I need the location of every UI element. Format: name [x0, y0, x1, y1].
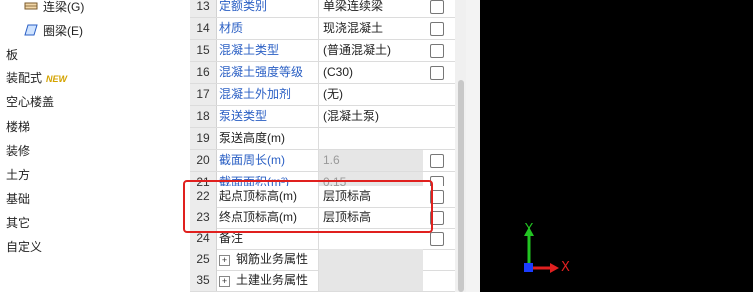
- tree-item-earthwork[interactable]: 土方: [6, 165, 30, 185]
- table-row[interactable]: 14 材质 现浇混凝土: [190, 18, 466, 40]
- tree-item-label: 装配式: [6, 71, 43, 85]
- tree-item-label: 圈梁(E): [43, 24, 83, 38]
- property-name: 混凝土强度等级: [219, 65, 304, 79]
- tree-item-label: 连梁(G): [43, 0, 85, 14]
- tree-item-label: 土方: [6, 168, 31, 182]
- row-number: 14: [190, 18, 217, 39]
- property-value[interactable]: (混凝土泵): [318, 106, 423, 127]
- expand-icon[interactable]: +: [219, 255, 230, 266]
- expand-icon[interactable]: +: [219, 276, 230, 287]
- origin-marker: [524, 263, 533, 272]
- table-row[interactable]: 13 定额类别 单梁连续梁: [190, 0, 466, 18]
- row-number: 25: [190, 249, 217, 270]
- attribute-checkbox[interactable]: [430, 0, 444, 14]
- property-value[interactable]: (普通混凝土): [318, 40, 423, 61]
- x-axis-label: X: [561, 260, 570, 275]
- attribute-checkbox[interactable]: [430, 66, 444, 80]
- beam-icon: [24, 0, 38, 10]
- attribute-checkbox[interactable]: [430, 154, 444, 168]
- tree-item-decoration[interactable]: 装修: [6, 141, 30, 161]
- y-axis-label: Y: [525, 222, 533, 237]
- property-name: 泵送高度(m): [219, 131, 285, 145]
- new-badge: NEW: [46, 74, 68, 84]
- axis-gizmo: [524, 227, 559, 273]
- property-name: 材质: [219, 21, 244, 35]
- tree-item-custom[interactable]: 自定义: [6, 237, 42, 257]
- property-group-name[interactable]: + 土建业务属性: [219, 270, 317, 291]
- scrollbar-thumb[interactable]: [458, 80, 464, 292]
- row-number: 19: [190, 128, 217, 149]
- property-value[interactable]: [318, 128, 423, 149]
- property-name: 混凝土外加剂: [219, 87, 292, 101]
- property-name: 混凝土类型: [219, 43, 280, 57]
- component-tree: 连梁(G) 圈梁(E) 板 装配式 NEW 空心楼盖 楼梯 装修 土方 基础 其它…: [0, 0, 190, 292]
- tree-item-label: 板: [6, 48, 19, 62]
- group-label: 钢筋业务属性: [236, 252, 309, 266]
- panel-splitter[interactable]: [466, 0, 480, 292]
- property-value: [318, 270, 423, 291]
- property-value[interactable]: (无): [318, 84, 423, 105]
- table-row[interactable]: 19 泵送高度(m): [190, 128, 466, 150]
- tree-item-label: 其它: [6, 216, 31, 230]
- attribute-checkbox[interactable]: [430, 232, 444, 246]
- property-value[interactable]: (C30): [318, 62, 423, 83]
- tree-item-ring-beam[interactable]: 圈梁(E): [24, 21, 83, 41]
- row-number: 20: [190, 150, 217, 171]
- tree-item-label: 楼梯: [6, 120, 31, 134]
- x-axis-arrow: [550, 263, 559, 273]
- row-number: 13: [190, 0, 217, 17]
- attribute-checkbox[interactable]: [430, 44, 444, 58]
- row-number: 35: [190, 270, 217, 291]
- property-name: 泵送类型: [219, 109, 268, 123]
- table-row[interactable]: 18 泵送类型 (混凝土泵): [190, 106, 466, 128]
- property-value[interactable]: 现浇混凝土: [318, 18, 423, 39]
- table-row[interactable]: 15 混凝土类型 (普通混凝土): [190, 40, 466, 62]
- tree-item-stairs[interactable]: 楼梯: [6, 117, 30, 137]
- tree-item-foundation[interactable]: 基础: [6, 189, 30, 209]
- table-row[interactable]: 25 + 钢筋业务属性: [190, 249, 466, 271]
- attribute-checkbox[interactable]: [430, 22, 444, 36]
- tree-item-label: 空心楼盖: [6, 95, 55, 109]
- ring-beam-icon: [24, 22, 38, 36]
- table-row[interactable]: 16 混凝土强度等级 (C30): [190, 62, 466, 84]
- property-value: 1.6: [318, 150, 423, 171]
- row-number: 15: [190, 40, 217, 61]
- tree-item-prefab[interactable]: 装配式 NEW: [6, 68, 67, 88]
- table-row[interactable]: 17 混凝土外加剂 (无): [190, 84, 466, 106]
- group-label: 土建业务属性: [236, 273, 309, 287]
- property-group-name[interactable]: + 钢筋业务属性: [219, 249, 317, 270]
- property-name: 截面周长(m): [219, 153, 285, 167]
- tree-item-label: 装修: [6, 144, 31, 158]
- tree-item-label: 基础: [6, 192, 31, 206]
- tree-item-label: 自定义: [6, 240, 43, 254]
- tree-item-hollow-floor[interactable]: 空心楼盖: [6, 92, 54, 112]
- row-number: 17: [190, 84, 217, 105]
- tree-item-slab[interactable]: 板: [6, 45, 18, 65]
- row-number: 18: [190, 106, 217, 127]
- highlight-box: [183, 180, 433, 233]
- tree-item-other[interactable]: 其它: [6, 213, 30, 233]
- tree-item-coupling-beam[interactable]: 连梁(G): [24, 0, 84, 17]
- property-grid: 13 定额类别 单梁连续梁 14 材质 现浇混凝土 15 混凝土类型 (普通混凝…: [190, 0, 466, 292]
- row-number: 16: [190, 62, 217, 83]
- property-name: 定额类别: [219, 0, 268, 13]
- table-row[interactable]: 35 + 土建业务属性: [190, 270, 466, 292]
- property-value[interactable]: 单梁连续梁: [318, 0, 423, 17]
- property-value: [318, 249, 423, 270]
- drawing-viewport[interactable]: Y X: [480, 0, 753, 292]
- table-row[interactable]: 20 截面周长(m) 1.6: [190, 150, 466, 172]
